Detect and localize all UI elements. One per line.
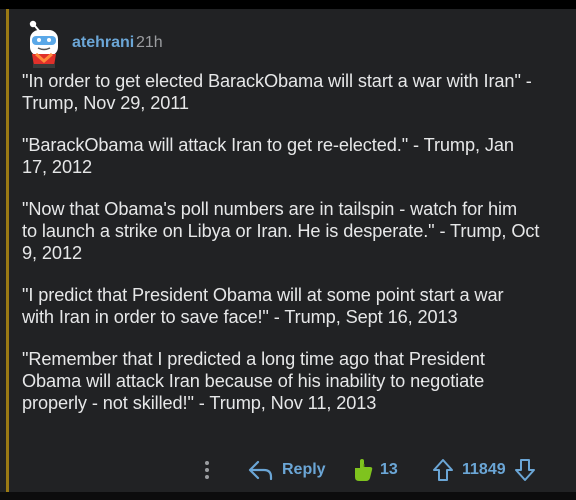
thread-line[interactable] [6, 9, 9, 500]
hand-award-icon [352, 458, 374, 482]
reply-label: Reply [282, 461, 326, 478]
vote-controls: 11849 [432, 450, 536, 490]
comment-paragraph: "BarackObama will attack Iran to get re-… [22, 135, 514, 177]
reply-button[interactable]: Reply [248, 450, 326, 490]
more-vertical-icon [204, 460, 210, 480]
downvote-arrow-icon[interactable] [514, 458, 536, 482]
award-button[interactable]: 13 [352, 450, 398, 490]
comment-paragraph: "Now that Obama's poll numbers are in ta… [22, 199, 540, 263]
vote-count: 11849 [462, 461, 506, 478]
comment-paragraph: "In order to get elected BarackObama wil… [22, 71, 532, 113]
comment-paragraph: "Remember that I predicted a long time a… [22, 349, 485, 413]
bottom-edge [0, 492, 576, 500]
upvote-arrow-icon[interactable] [432, 458, 454, 482]
avatar[interactable] [20, 16, 72, 70]
more-options-button[interactable] [198, 450, 216, 490]
comment-paragraph: "I predict that President Obama will at … [22, 285, 504, 327]
comment-actions: Reply 13 11849 [0, 450, 576, 490]
award-count: 13 [380, 461, 398, 478]
comment-body: "In order to get elected BarackObama wil… [22, 70, 562, 434]
comment-header: atehrani 21h [20, 14, 420, 68]
username[interactable]: atehrani [72, 34, 134, 52]
timestamp: 21h [136, 34, 163, 51]
reply-arrow-icon [248, 459, 274, 481]
